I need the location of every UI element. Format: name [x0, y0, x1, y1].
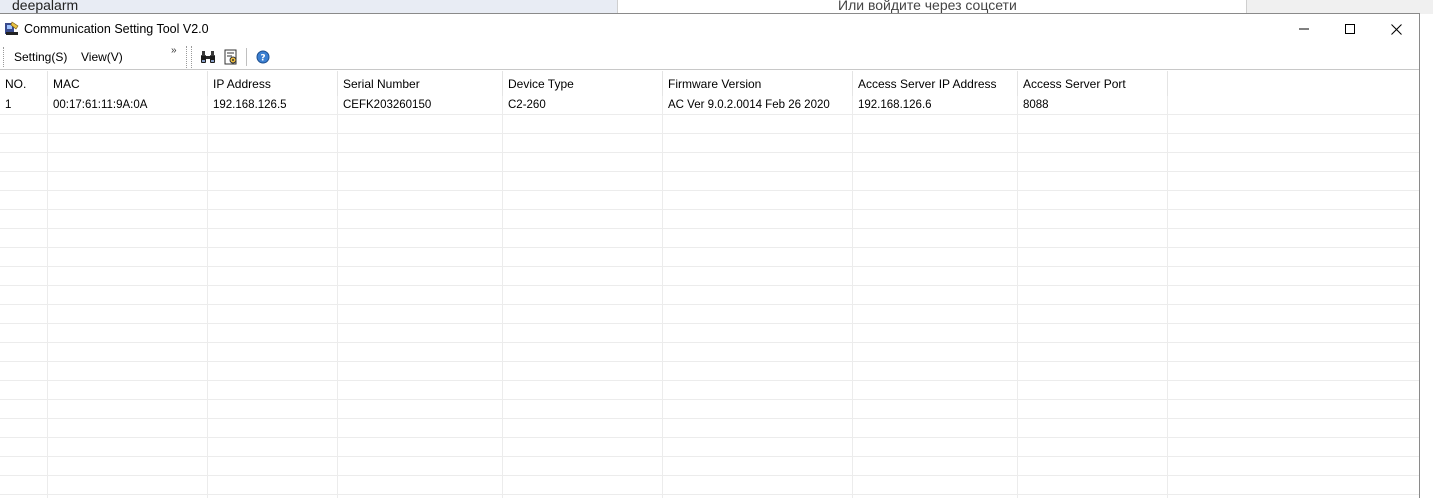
column-header-access-server-ip[interactable]: Access Server IP Address	[853, 71, 1018, 96]
minimize-button[interactable]	[1281, 14, 1327, 44]
empty-row	[0, 267, 1419, 286]
cell-access-server-ip: 192.168.126.6	[858, 99, 932, 111]
column-header-access-server-port[interactable]: Access Server Port	[1018, 71, 1168, 96]
title-bar[interactable]: Communication Setting Tool V2.0	[0, 14, 1419, 44]
empty-row	[0, 438, 1419, 457]
empty-row	[0, 134, 1419, 153]
close-button[interactable]	[1373, 14, 1419, 44]
menu-overflow-chevron[interactable]: »	[171, 45, 177, 56]
settings-document-icon	[224, 49, 237, 65]
empty-row	[0, 457, 1419, 476]
empty-row	[0, 381, 1419, 400]
toolbar-grip[interactable]	[191, 46, 192, 68]
empty-row	[0, 229, 1419, 248]
minimize-icon	[1299, 28, 1309, 30]
toolbar-separator	[186, 46, 187, 68]
cell-device-type: C2-260	[508, 99, 546, 111]
empty-row	[0, 172, 1419, 191]
toolbar-divider	[246, 48, 247, 66]
svg-text:?: ?	[260, 54, 265, 64]
cell-access-server-port: 8088	[1023, 99, 1049, 111]
column-header-ip-address[interactable]: IP Address	[208, 71, 338, 96]
table-row[interactable]: 1 00:17:61:11:9A:0A 192.168.126.5 CEFK20…	[0, 96, 1419, 115]
empty-row	[0, 153, 1419, 172]
empty-row	[0, 324, 1419, 343]
empty-row	[0, 419, 1419, 438]
background-right-pane	[1247, 0, 1433, 14]
help-icon: ?	[256, 50, 270, 64]
menu-setting[interactable]: Setting(S)	[14, 50, 67, 64]
binoculars-icon	[201, 51, 215, 63]
menu-view[interactable]: View(V)	[81, 50, 123, 64]
background-left-pane: deepalarm	[0, 0, 617, 14]
cell-firmware-version: AC Ver 9.0.2.0014 Feb 26 2020	[668, 99, 830, 111]
cell-no: 1	[5, 99, 12, 111]
close-icon	[1390, 23, 1402, 35]
config-device-button[interactable]	[222, 48, 240, 66]
empty-row	[0, 191, 1419, 210]
help-button[interactable]: ?	[254, 48, 272, 66]
empty-row	[0, 115, 1419, 134]
empty-row	[0, 210, 1419, 229]
app-icon[interactable]	[4, 20, 20, 36]
empty-row	[0, 362, 1419, 381]
empty-row	[0, 305, 1419, 324]
menu-toolbar-row: Setting(S) View(V) » ?	[0, 44, 1419, 70]
background-mid-text: Или войдите через соцсети	[838, 0, 1017, 13]
cell-mac: 00:17:61:11:9A:0A	[53, 99, 148, 111]
table-header: NO. MAC IP Address Serial Number Device …	[0, 71, 1419, 96]
empty-row	[0, 286, 1419, 305]
column-header-no[interactable]: NO.	[0, 71, 48, 96]
device-table: NO. MAC IP Address Serial Number Device …	[0, 71, 1419, 498]
search-device-button[interactable]	[199, 48, 217, 66]
window-title: Communication Setting Tool V2.0	[24, 22, 209, 36]
cell-serial-number: CEFK203260150	[343, 99, 432, 111]
column-header-firmware-version[interactable]: Firmware Version	[663, 71, 853, 96]
maximize-icon	[1345, 24, 1355, 34]
empty-row	[0, 400, 1419, 419]
cell-ip-address: 192.168.126.5	[213, 99, 287, 111]
empty-row	[0, 248, 1419, 267]
menu-grip[interactable]	[3, 47, 6, 67]
column-header-mac[interactable]: MAC	[48, 71, 208, 96]
app-window: Communication Setting Tool V2.0 Setting(…	[0, 13, 1420, 498]
maximize-button[interactable]	[1327, 14, 1373, 44]
column-header-serial-number[interactable]: Serial Number	[338, 71, 503, 96]
background-left-text: deepalarm	[12, 0, 79, 13]
empty-row	[0, 343, 1419, 362]
background-windows: deepalarm Или войдите через соцсети	[0, 0, 1433, 14]
column-header-device-type[interactable]: Device Type	[503, 71, 663, 96]
empty-row	[0, 476, 1419, 495]
